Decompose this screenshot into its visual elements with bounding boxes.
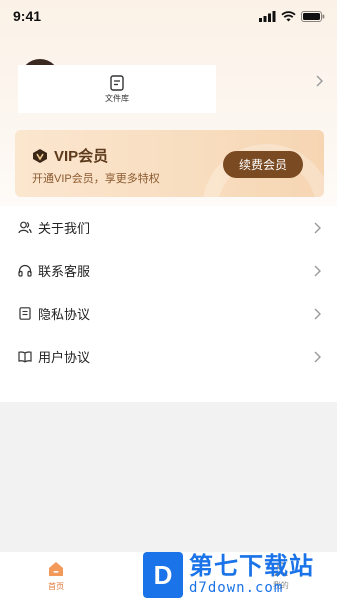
battery-icon: [301, 10, 325, 22]
chevron-right-icon: [314, 308, 321, 319]
status-bar: 9:41: [0, 0, 337, 32]
watermark-url: d7down.com: [189, 580, 284, 596]
menu-item-label: 联系客服: [38, 264, 91, 279]
menu-item-privacy[interactable]: 隐私协议: [0, 292, 337, 335]
chevron-right-icon: [316, 75, 323, 87]
vip-title: VIP会员: [54, 148, 109, 165]
chevron-right-icon: [314, 222, 321, 233]
library-popup[interactable]: 文件库: [18, 65, 216, 113]
chevron-right-icon: [314, 265, 321, 276]
watermark-logo: D: [143, 552, 183, 598]
tab-home[interactable]: 首页: [0, 552, 112, 600]
home-icon: [49, 562, 64, 576]
file-library-icon: [110, 74, 124, 91]
library-label: 文件库: [105, 93, 129, 103]
renew-membership-button[interactable]: 续费会员: [223, 151, 303, 178]
chevron-right-icon: [314, 351, 321, 362]
profile-row[interactable]: 文件库: [0, 55, 337, 115]
menu-item-label: 用户协议: [38, 350, 91, 365]
book-icon: [18, 351, 32, 363]
people-icon: [18, 221, 32, 234]
vip-badge-icon: [33, 148, 47, 163]
status-icons: [259, 10, 325, 22]
menu-item-user-agreement[interactable]: 用户协议: [0, 335, 337, 378]
status-time: 9:41: [13, 8, 42, 24]
signal-icon: [259, 10, 276, 22]
menu-item-label: 隐私协议: [38, 307, 91, 322]
wifi-icon: [281, 10, 296, 21]
vip-subtitle: 开通VIP会员，享更多特权: [32, 173, 160, 185]
watermark-text: 第七下载站: [189, 553, 314, 580]
menu-item-customer-service[interactable]: 联系客服: [0, 249, 337, 292]
watermark-text-group: 第七下载站 d7down.com: [189, 553, 314, 597]
site-watermark: D 第七下载站 d7down.com: [143, 550, 337, 600]
headset-icon: [18, 264, 32, 277]
tab-label: 首页: [48, 582, 65, 591]
menu-item-about[interactable]: 关于我们: [0, 206, 337, 249]
document-icon: [19, 307, 31, 320]
vip-title-row: VIP会员: [32, 145, 108, 166]
settings-menu: 关于我们 联系客服 隐私协议 用户协议: [0, 206, 337, 402]
menu-item-label: 关于我们: [38, 221, 91, 236]
